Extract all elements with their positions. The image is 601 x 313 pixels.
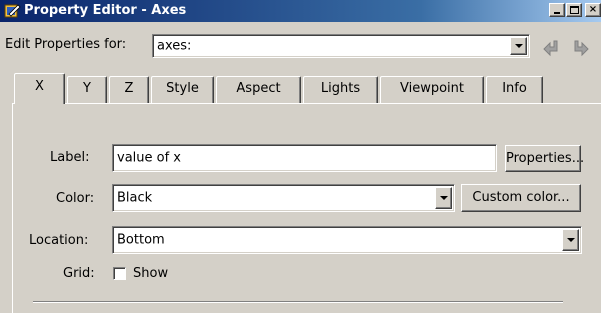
tab-x-label: X [35, 79, 44, 94]
tab-info-label: Info [502, 81, 527, 96]
tab-viewpoint-label: Viewpoint [399, 81, 464, 96]
tab-y-label: Y [83, 81, 91, 96]
maximize-icon [570, 6, 579, 14]
tab-lights-label: Lights [320, 81, 361, 96]
tab-info[interactable]: Info [486, 76, 543, 103]
maximize-button[interactable] [566, 3, 582, 17]
object-select-dropdown-button[interactable] [510, 37, 527, 55]
edit-properties-label: Edit Properties for: [5, 37, 127, 52]
chevron-down-icon [514, 44, 523, 48]
label-input-value: value of x [117, 150, 181, 166]
location-select[interactable]: Bottom [112, 226, 582, 254]
tab-x[interactable]: X [14, 73, 65, 104]
close-button[interactable]: × [585, 3, 601, 17]
close-icon: × [588, 4, 598, 15]
color-dropdown-button[interactable] [435, 187, 452, 209]
custom-color-button-label: Custom color... [472, 190, 570, 205]
tab-z[interactable]: Z [109, 76, 149, 103]
grid-show-label[interactable]: Show [133, 266, 168, 281]
tab-aspect-label: Aspect [236, 81, 281, 96]
chevron-down-icon [566, 238, 575, 242]
label-properties-button-label: Properties... [506, 151, 585, 166]
chevron-down-icon [439, 196, 448, 200]
location-caption: Location: [29, 233, 89, 248]
tab-viewpoint[interactable]: Viewpoint [380, 76, 484, 103]
grid-show-checkbox[interactable] [113, 267, 126, 280]
tab-z-label: Z [124, 81, 134, 96]
tab-style-label: Style [166, 81, 199, 96]
location-select-value: Bottom [117, 232, 165, 248]
tab-lights[interactable]: Lights [303, 76, 378, 103]
color-select[interactable]: Black [112, 184, 455, 212]
tab-style[interactable]: Style [151, 76, 214, 103]
custom-color-button[interactable]: Custom color... [461, 184, 581, 212]
forward-arrow-icon [574, 40, 589, 57]
color-select-value: Black [117, 190, 153, 206]
location-dropdown-button[interactable] [562, 229, 579, 251]
object-select[interactable]: axes: [152, 34, 530, 58]
property-editor-window: Property Editor - Axes × Edit Properties… [0, 0, 601, 313]
label-input[interactable]: value of x [112, 144, 497, 172]
divider [33, 301, 563, 303]
tab-aspect[interactable]: Aspect [216, 76, 301, 103]
app-icon [4, 3, 21, 19]
grid-caption: Grid: [63, 266, 95, 281]
object-select-value: axes: [157, 38, 192, 54]
window-title: Property Editor - Axes [24, 3, 187, 18]
label-caption: Label: [50, 150, 90, 165]
minimize-icon [554, 12, 560, 14]
tab-y[interactable]: Y [67, 76, 107, 103]
back-arrow-icon [543, 40, 558, 57]
label-properties-button[interactable]: Properties... [505, 145, 585, 172]
minimize-button[interactable] [549, 3, 565, 17]
color-caption: Color: [56, 191, 95, 206]
title-bar[interactable]: Property Editor - Axes × [0, 0, 601, 22]
back-button[interactable] [540, 38, 564, 60]
forward-button[interactable] [568, 38, 592, 60]
tab-strip: X Y Z Style Aspect Lights Viewpoint Info [14, 73, 564, 104]
